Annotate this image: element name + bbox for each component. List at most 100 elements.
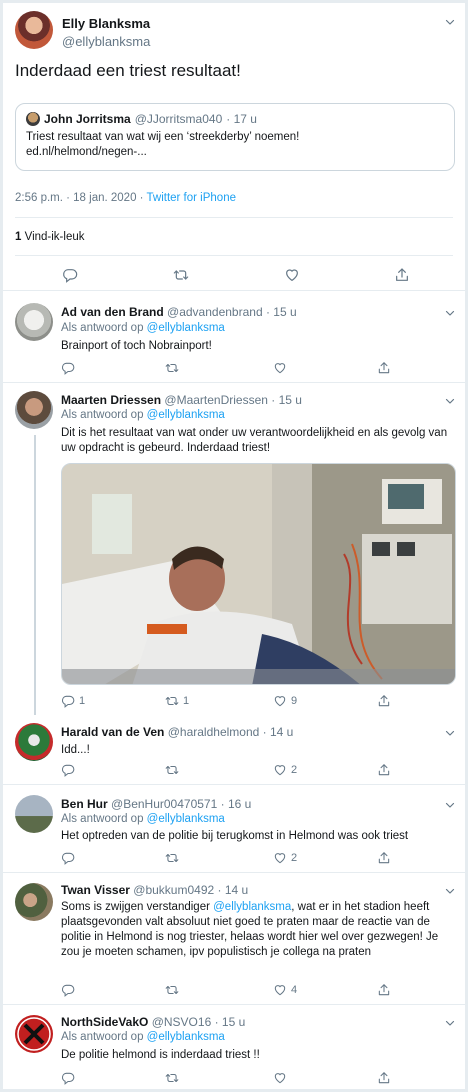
retweet-icon	[165, 763, 179, 777]
reply-tweet[interactable]: Twan Visser @bukkum0492 · 14 u Soms is z…	[3, 873, 465, 1005]
reply-prefix: Als antwoord op	[61, 322, 144, 334]
share-button[interactable]	[377, 983, 391, 997]
attached-photo[interactable]	[61, 463, 456, 685]
avatar[interactable]	[15, 303, 53, 341]
retweet-button[interactable]	[173, 267, 189, 283]
retweet-button[interactable]	[165, 763, 183, 777]
reply-context: Als antwoord op @ellyblanksma	[61, 322, 225, 334]
reply-icon	[61, 1071, 75, 1085]
reply-time[interactable]: · 15 u	[271, 393, 302, 407]
reply-tweet[interactable]: Harald van de Ven @haraldhelmond · 14 u …	[3, 719, 465, 785]
quote-link[interactable]: ed.nl/helmond/negen-...	[26, 145, 444, 160]
reply-author-handle[interactable]: @haraldhelmond	[168, 725, 260, 739]
reply-author-name[interactable]: Twan Visser	[61, 883, 130, 897]
reply-context: Als antwoord op @ellyblanksma	[61, 813, 225, 825]
reply-mention[interactable]: @ellyblanksma	[147, 409, 225, 421]
divider	[15, 255, 453, 256]
like-button[interactable]: 4	[273, 983, 297, 997]
like-button[interactable]: 2	[273, 851, 297, 865]
like-summary[interactable]: 1 Vind-ik-leuk	[15, 231, 84, 243]
reply-author-name[interactable]: Harald van de Ven	[61, 725, 164, 739]
reply-button[interactable]: 1	[61, 694, 85, 708]
chevron-down-icon[interactable]	[444, 727, 456, 739]
avatar[interactable]	[15, 1015, 53, 1053]
share-button[interactable]	[377, 851, 391, 865]
avatar[interactable]	[15, 795, 53, 833]
chevron-down-icon[interactable]	[444, 16, 456, 28]
reply-time[interactable]: · 16 u	[221, 797, 252, 811]
share-icon	[394, 267, 410, 283]
reply-time[interactable]: · 15 u	[266, 305, 297, 319]
reply-mention[interactable]: @ellyblanksma	[213, 901, 291, 913]
like-button[interactable]	[284, 267, 300, 283]
reply-tweet[interactable]: Ad van den Brand @advandenbrand · 15 u A…	[3, 291, 465, 383]
reply-author-handle[interactable]: @advandenbrand	[167, 305, 263, 319]
retweet-button[interactable]: 1	[165, 694, 189, 708]
reply-author-name[interactable]: Maarten Driessen	[61, 393, 161, 407]
chevron-down-icon[interactable]	[444, 1017, 456, 1029]
share-button[interactable]	[377, 763, 391, 777]
like-icon	[273, 763, 287, 777]
reply-icon	[62, 267, 78, 283]
reply-author-name[interactable]: Ben Hur	[61, 797, 108, 811]
avatar[interactable]	[15, 391, 53, 429]
share-button[interactable]	[377, 361, 391, 375]
like-button[interactable]: 2	[273, 763, 297, 777]
retweet-button[interactable]	[165, 1071, 183, 1085]
reply-context: Als antwoord op @ellyblanksma	[61, 1031, 225, 1043]
quoted-tweet[interactable]: John Jorritsma @JJorritsma040 · 17 u Tri…	[15, 103, 455, 171]
retweet-button[interactable]	[165, 361, 183, 375]
reply-button[interactable]	[61, 1071, 79, 1085]
reply-author-handle[interactable]: @MaartenDriessen	[164, 393, 268, 407]
reply-author-handle[interactable]: @NSVO16	[152, 1015, 212, 1029]
like-button[interactable]	[273, 1071, 291, 1085]
chevron-down-icon[interactable]	[444, 885, 456, 897]
reply-context: Als antwoord op @ellyblanksma	[61, 409, 225, 421]
reply-button[interactable]	[61, 361, 79, 375]
like-label: Vind-ik-leuk	[24, 231, 85, 243]
reply-text: Dit is het resultaat van wat onder uw ve…	[61, 427, 448, 454]
retweet-button[interactable]	[165, 851, 183, 865]
reply-icon	[61, 361, 75, 375]
reply-tweet[interactable]: Maarten Driessen @MaartenDriessen · 15 u…	[3, 383, 465, 719]
share-button[interactable]	[377, 1071, 391, 1085]
reply-tweet[interactable]: NorthSideVakO @NSVO16 · 15 u Als antwoor…	[3, 1005, 466, 1090]
author-handle[interactable]: @ellyblanksma	[62, 34, 150, 49]
reply-button[interactable]	[62, 267, 78, 283]
source-link[interactable]: Twitter for iPhone	[147, 192, 236, 204]
reply-button[interactable]	[61, 763, 79, 777]
avatar[interactable]	[15, 11, 53, 49]
reply-time[interactable]: · 15 u	[215, 1015, 246, 1029]
reply-button[interactable]	[61, 983, 79, 997]
reply-time[interactable]: · 14 u	[218, 883, 249, 897]
chevron-down-icon[interactable]	[444, 799, 456, 811]
reply-button[interactable]	[61, 851, 79, 865]
retweet-icon	[165, 851, 179, 865]
reply-mention[interactable]: @ellyblanksma	[147, 813, 225, 825]
avatar[interactable]	[15, 723, 53, 761]
reply-time[interactable]: · 14 u	[263, 725, 294, 739]
reply-mention[interactable]: @ellyblanksma	[147, 1031, 225, 1043]
reply-mention[interactable]: @ellyblanksma	[147, 322, 225, 334]
hospital-photo	[62, 464, 455, 684]
retweet-button[interactable]	[165, 983, 183, 997]
like-button[interactable]	[273, 361, 291, 375]
quote-time: · 17 u	[226, 112, 257, 126]
share-button[interactable]	[394, 267, 410, 283]
timestamp[interactable]: 2:56 p.m. · 18 jan. 2020 ·	[15, 192, 144, 204]
like-button[interactable]: 9	[273, 694, 297, 708]
share-button[interactable]	[377, 694, 391, 708]
chevron-down-icon[interactable]	[444, 307, 456, 319]
share-icon	[377, 361, 391, 375]
retweet-icon	[165, 694, 179, 708]
author-name[interactable]: Elly Blanksma	[62, 16, 150, 31]
chevron-down-icon[interactable]	[444, 395, 456, 407]
avatar[interactable]	[15, 883, 53, 921]
reply-author-name[interactable]: NorthSideVakO	[61, 1015, 148, 1029]
reply-author-handle[interactable]: @BenHur00470571	[111, 797, 217, 811]
reply-author-handle[interactable]: @bukkum0492	[133, 883, 214, 897]
tweet-meta: 2:56 p.m. · 18 jan. 2020 · Twitter for i…	[15, 192, 236, 204]
reply-author-name[interactable]: Ad van den Brand	[61, 305, 164, 319]
reply-tweet[interactable]: Ben Hur @BenHur00470571 · 16 u Als antwo…	[3, 785, 465, 873]
reply-text: Soms is zwijgen verstandiger @ellyblanks…	[61, 900, 455, 960]
